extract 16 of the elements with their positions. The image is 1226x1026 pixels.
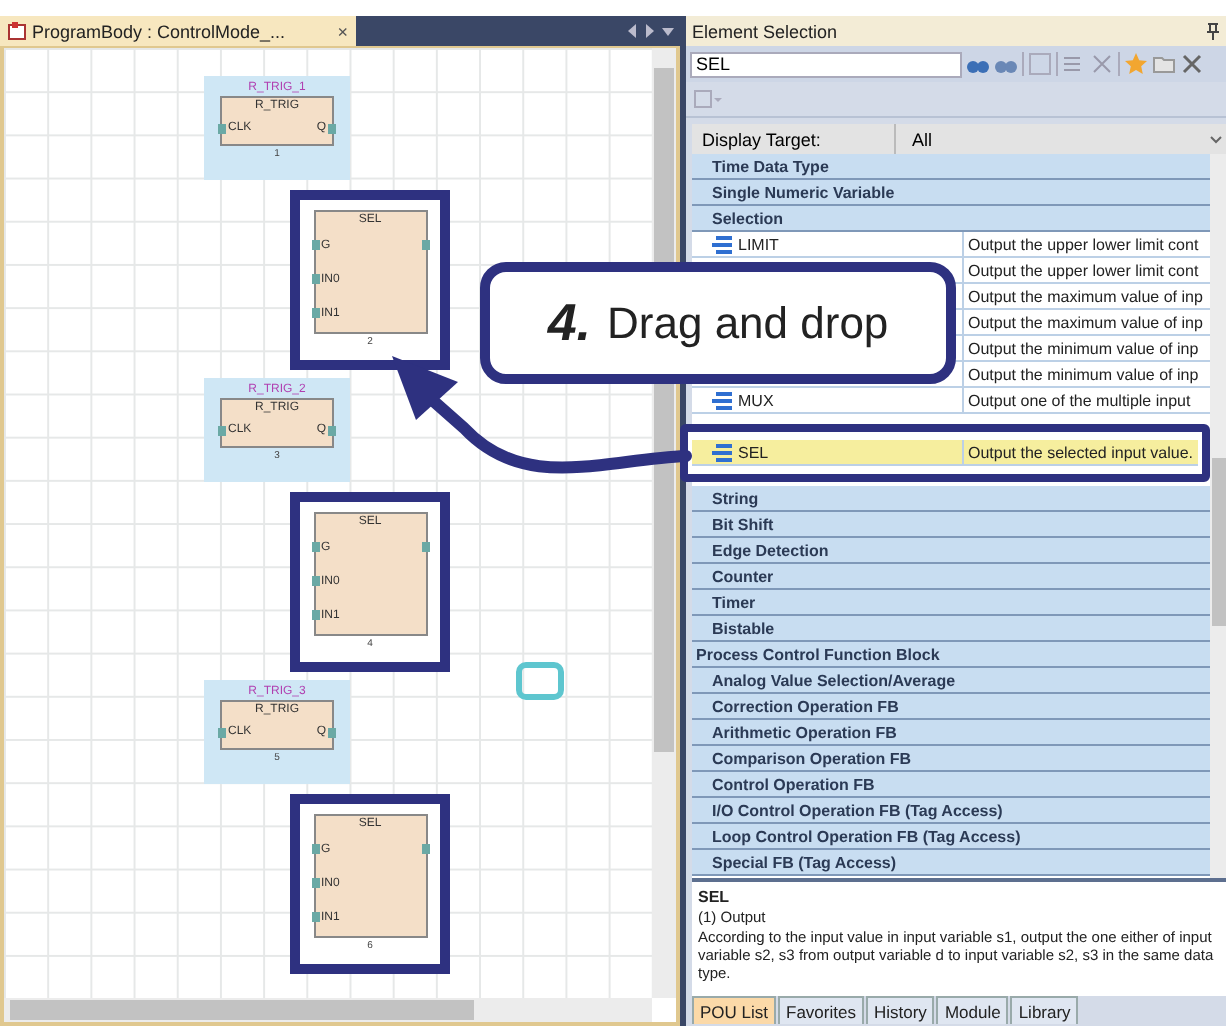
function-description: Output the maximum value of inp xyxy=(966,285,1205,308)
function-description: Output the selected input value. xyxy=(966,441,1196,464)
function-name: LIMIT xyxy=(738,235,779,253)
function-description: Output the minimum value of inp xyxy=(966,363,1201,386)
tab-title: ProgramBody : ControlMode_... xyxy=(32,21,288,41)
function-name: SEL xyxy=(738,443,769,461)
function-description: Output the upper lower limit cont xyxy=(966,233,1201,256)
step-number: 4. xyxy=(547,292,592,354)
function-name: MUX xyxy=(738,391,774,409)
function-description: Output the minimum value of inp xyxy=(966,337,1201,360)
function-description: Output the upper lower limit cont xyxy=(966,259,1201,282)
display-target-value: All xyxy=(912,129,933,149)
panel-title: Element Selection xyxy=(692,21,840,41)
function-description: Output one of the multiple input xyxy=(966,389,1193,412)
function-description: Output the maximum value of inp xyxy=(966,311,1205,334)
description-title: SEL xyxy=(698,886,732,908)
